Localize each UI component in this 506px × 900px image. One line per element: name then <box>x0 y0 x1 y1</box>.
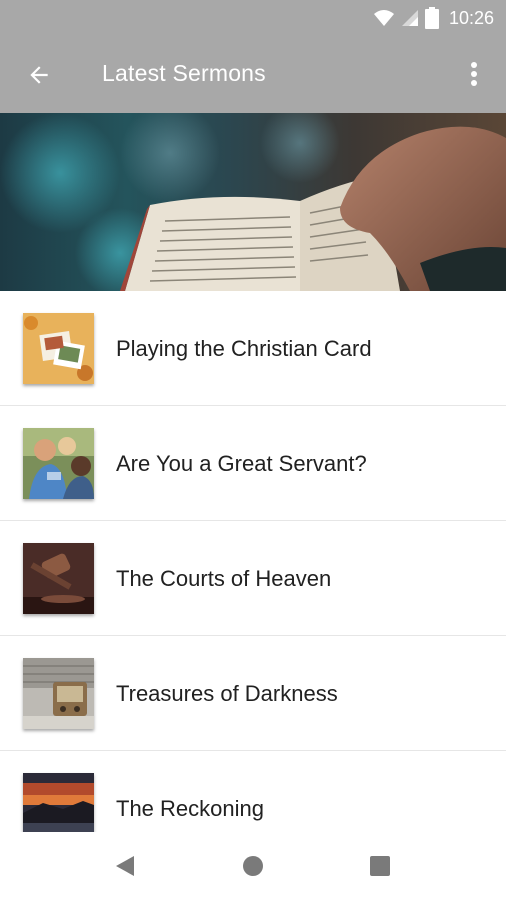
bible-illustration <box>0 113 506 291</box>
list-item[interactable]: Are You a Great Servant? <box>0 406 506 521</box>
nav-back-icon <box>116 856 134 876</box>
hero-image <box>0 113 506 291</box>
list-item[interactable]: Treasures of Darkness <box>0 636 506 751</box>
overflow-menu-button[interactable] <box>456 54 492 94</box>
nav-recents-button[interactable] <box>366 852 394 880</box>
more-vert-icon <box>471 62 477 86</box>
nav-home-icon <box>243 856 263 876</box>
list-item[interactable]: The Courts of Heaven <box>0 521 506 636</box>
wifi-icon <box>373 10 394 26</box>
sermon-title: Are You a Great Servant? <box>116 451 367 476</box>
nav-back-button[interactable] <box>111 852 139 880</box>
thumbnail-radio <box>23 658 94 729</box>
thumbnail-gavel <box>23 543 94 614</box>
back-button[interactable] <box>20 56 58 94</box>
battery-icon <box>424 7 439 29</box>
sermon-list: Playing the Christian Card Are You a Gre… <box>0 291 506 846</box>
thumbnail-cards <box>23 313 94 384</box>
app-bar: Latest Sermons <box>0 36 506 113</box>
sermon-title: Treasures of Darkness <box>116 681 338 706</box>
signal-icon <box>401 10 418 26</box>
nav-home-button[interactable] <box>239 852 267 880</box>
sermon-title: Playing the Christian Card <box>116 336 372 361</box>
nav-recents-icon <box>370 856 390 876</box>
system-nav-bar <box>0 832 506 900</box>
status-icons: 10:26 <box>373 6 494 30</box>
status-time: 10:26 <box>448 7 494 28</box>
thumbnail-people <box>23 428 94 499</box>
list-item[interactable]: Playing the Christian Card <box>0 291 506 406</box>
status-bar: 10:26 <box>0 0 506 36</box>
sermon-title: The Reckoning <box>116 796 264 821</box>
page-title: Latest Sermons <box>102 60 266 86</box>
sermon-title: The Courts of Heaven <box>116 566 332 591</box>
arrow-back-icon <box>30 66 48 84</box>
